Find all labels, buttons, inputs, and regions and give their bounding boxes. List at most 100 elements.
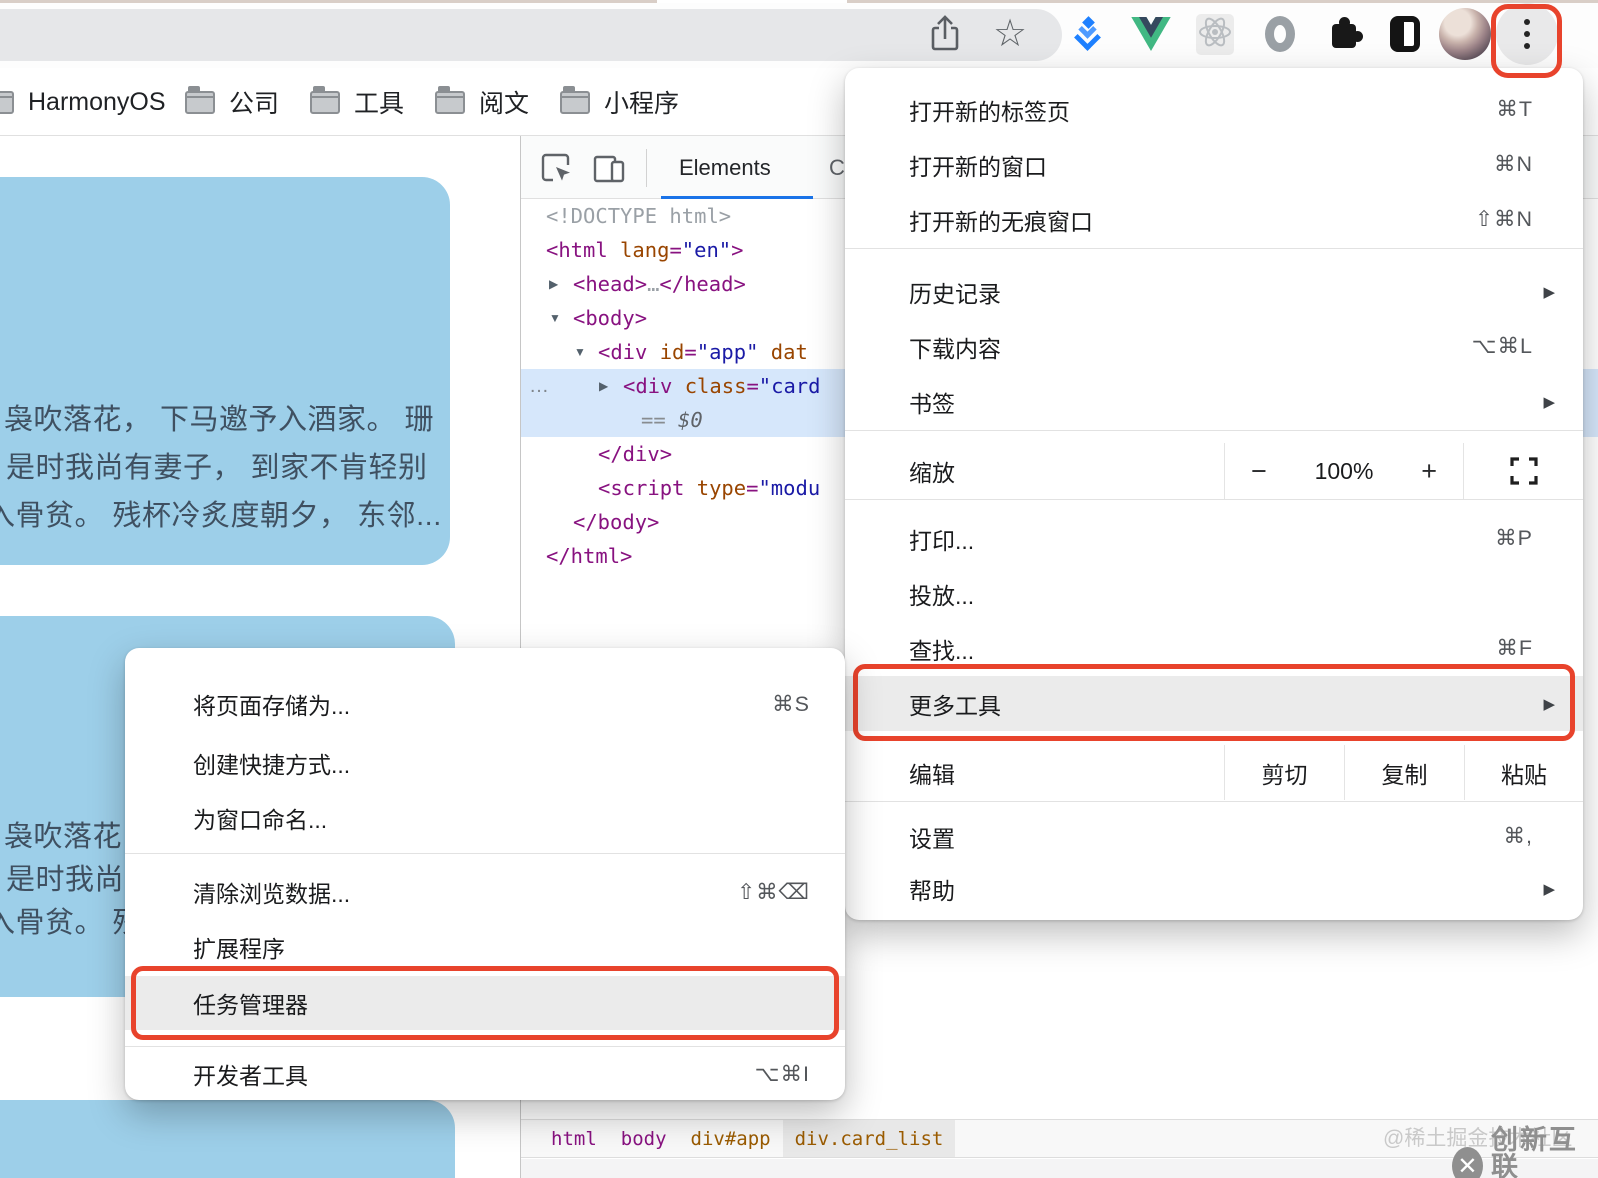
active-tab-notch (657, 0, 847, 3)
poem-line: 入骨贫。 残杯冷炙度朝夕， 东邻... (0, 500, 442, 532)
menu-item-cast[interactable]: 投放... (845, 566, 1583, 621)
browser-window: ☆ HarmonyOS 公司 工具 阅文 小程序 袅吹落花， 下马邀予入酒家。 … (0, 0, 1598, 1178)
submenu-item-save-page[interactable]: 将页面存储为... ⌘S (125, 677, 845, 731)
bookmark-folder-miniprogram[interactable]: 小程序 (560, 68, 679, 136)
shortcut: ⌥⌘L (1471, 334, 1533, 358)
code-line[interactable]: <!DOCTYPE html> (546, 199, 731, 233)
folder-icon (185, 85, 215, 114)
paste-button[interactable]: 粘贴 (1464, 745, 1583, 800)
breadcrumb-div-app[interactable]: div#app (679, 1120, 783, 1157)
node-overflow-menu[interactable]: … (529, 369, 550, 403)
code-line[interactable]: <html lang="en"> (546, 233, 744, 267)
bookmark-label: 小程序 (604, 90, 680, 118)
fullscreen-button[interactable] (1464, 443, 1583, 499)
menu-divider (845, 801, 1583, 802)
code-line[interactable]: </body> (573, 505, 659, 539)
submenu-item-task-manager[interactable]: 任务管理器 (125, 976, 845, 1030)
code-line[interactable]: <div id="app" dat (598, 335, 808, 369)
folder-icon (560, 85, 590, 114)
menu-item-help[interactable]: 帮助 ▶ (845, 861, 1583, 916)
bookmark-folder-reading[interactable]: 阅文 (435, 68, 529, 136)
device-toolbar-icon[interactable] (587, 136, 631, 199)
expand-icon[interactable]: ▶ (549, 267, 558, 301)
bookmark-folder-company[interactable]: 公司 (185, 68, 279, 136)
extensions-puzzle-icon[interactable] (1322, 0, 1366, 68)
collapse-icon[interactable]: ▼ (549, 301, 561, 335)
menu-item-bookmarks[interactable]: 书签 ▶ (845, 374, 1583, 429)
menu-item-more-tools[interactable]: 更多工具 ▶ (845, 676, 1583, 731)
code-line-selected[interactable]: <div class="card (623, 369, 821, 403)
react-extension-icon[interactable] (1194, 0, 1236, 68)
shortcut: ⌘P (1495, 526, 1533, 550)
menu-item-new-window[interactable]: 打开新的窗口 ⌘N (845, 137, 1583, 192)
menu-divider (125, 853, 845, 854)
selected-node-marker: == $0 (641, 408, 703, 432)
toolbar-divider (646, 149, 647, 187)
menu-item-print[interactable]: 打印... ⌘P (845, 511, 1583, 566)
poem-card-1: 袅吹落花， 下马邀予入酒家。 珊 是时我尚有妻子， 到家不肯轻别 入骨贫。 残杯… (0, 177, 450, 565)
breadcrumb-body[interactable]: body (609, 1120, 679, 1157)
submenu-item-extensions[interactable]: 扩展程序 (125, 920, 845, 974)
profile-avatar[interactable] (1438, 0, 1492, 68)
reader-extension-icon[interactable] (1385, 0, 1425, 68)
code-line[interactable]: </div> (598, 437, 672, 471)
submenu-arrow-icon: ▶ (1543, 880, 1555, 898)
address-bar[interactable] (0, 9, 1062, 61)
menu-divider (125, 1046, 845, 1047)
menu-item-settings[interactable]: 设置 ⌘, (845, 809, 1583, 864)
collapse-icon[interactable]: ▼ (574, 335, 586, 369)
menu-item-downloads[interactable]: 下载内容 ⌥⌘L (845, 319, 1583, 374)
share-icon[interactable] (925, 0, 965, 68)
menu-divider (845, 430, 1583, 431)
submenu-item-dev-tools[interactable]: 开发者工具 ⌥⌘I (125, 1050, 845, 1098)
menu-divider (845, 248, 1583, 249)
inspect-element-icon[interactable] (535, 136, 579, 199)
code-line[interactable]: <head>…</head> (573, 267, 746, 301)
copy-button[interactable]: 复制 (1344, 745, 1464, 800)
breadcrumb-div-card-list[interactable]: div.card_list (782, 1120, 956, 1157)
logo-title: 创新互联 (1490, 1125, 1578, 1178)
bookmark-star-icon[interactable]: ☆ (988, 0, 1032, 68)
bookmark-folder-tools[interactable]: 工具 (310, 68, 404, 136)
shortcut: ⇧⌘N (1474, 207, 1533, 231)
menu-item-new-tab[interactable]: 打开新的标签页 ⌘T (845, 82, 1583, 137)
code-line[interactable]: </html> (546, 539, 632, 573)
code-line[interactable]: <script type="modu (598, 471, 820, 505)
bookmark-label: 公司 (229, 90, 280, 118)
menu-item-edit: 编辑 剪切 复制 粘贴 (845, 745, 1583, 800)
vue-extension-icon[interactable] (1130, 0, 1172, 68)
code-line[interactable]: <body> (573, 301, 647, 335)
submenu-arrow-icon: ▶ (1543, 393, 1555, 411)
menu-divider (845, 499, 1583, 500)
menu-item-incognito[interactable]: 打开新的无痕窗口 ⇧⌘N (845, 192, 1583, 247)
zoom-out-button[interactable]: − (1251, 456, 1267, 487)
tab-elements[interactable]: Elements (679, 136, 771, 199)
poem-line: 是时我尚有妻子， 到家不肯轻别 (6, 452, 428, 484)
submenu-item-name-window[interactable]: 为窗口命名... (125, 791, 845, 845)
highlight-box-menu-button (1491, 4, 1562, 78)
menu-item-find[interactable]: 查找... ⌘F (845, 621, 1583, 676)
cut-button[interactable]: 剪切 (1224, 745, 1344, 800)
site-logo: ✕ 创新互联 CHUANGXIN HULIAN (1452, 1127, 1598, 1178)
devtools-bottom-strip (521, 1159, 1598, 1178)
expand-icon[interactable]: ▶ (599, 369, 608, 403)
more-tools-submenu: 将页面存储为... ⌘S 创建快捷方式... 为窗口命名... 清除浏览数据...… (125, 648, 845, 1100)
shortcut: ⌘N (1493, 152, 1533, 176)
shortcut: ⌘, (1503, 824, 1533, 848)
breadcrumb-html[interactable]: html (539, 1120, 609, 1157)
bookmark-folder-harmonyos[interactable]: HarmonyOS (0, 68, 166, 136)
poem-line: 袅吹落花， 下马邀予入酒家。 珊 (4, 404, 435, 436)
ring-extension-icon[interactable] (1260, 0, 1300, 68)
shortcut: ⌥⌘I (754, 1061, 810, 1086)
menu-item-history[interactable]: 历史记录 ▶ (845, 264, 1583, 319)
shortcut: ⌘S (772, 691, 810, 716)
juejin-extension-icon[interactable] (1068, 0, 1108, 68)
submenu-item-clear-data[interactable]: 清除浏览数据... ⇧⌘⌫ (125, 865, 845, 919)
submenu-item-create-shortcut[interactable]: 创建快捷方式... (125, 736, 845, 790)
bookmark-label: HarmonyOS (28, 87, 166, 116)
logo-x-icon: ✕ (1452, 1147, 1483, 1178)
poem-card-3 (0, 1100, 455, 1178)
zoom-in-button[interactable]: + (1421, 456, 1437, 487)
folder-icon (435, 85, 465, 114)
bookmark-label: 工具 (354, 90, 405, 118)
